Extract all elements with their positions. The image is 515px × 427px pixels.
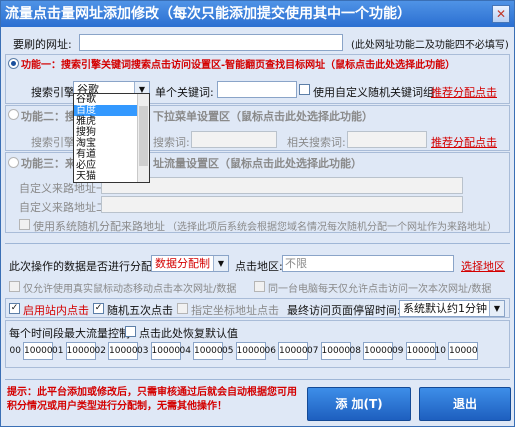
- system-source-checkbox[interactable]: [19, 219, 30, 230]
- hour-value-input[interactable]: 10000: [65, 342, 96, 360]
- hour-label: 10: [434, 346, 446, 356]
- feature1-recommend-link[interactable]: 推荐分配点击: [431, 84, 497, 100]
- assign-select-value: 数据分配制: [155, 257, 210, 270]
- feature3-radio[interactable]: [8, 157, 19, 168]
- region-value: 不限: [285, 257, 307, 270]
- dialog-window: 流量点击量网址添加修改（每次只能添加提交使用其中一个功能） ✕ 要刷的网址: (…: [0, 0, 515, 427]
- chevron-down-icon[interactable]: ▼: [489, 301, 504, 316]
- dropdown-scrollbar[interactable]: [137, 94, 149, 182]
- hour-label: 03: [137, 346, 149, 356]
- scrollbar-thumb[interactable]: [139, 106, 148, 166]
- title-bar: 流量点击量网址添加修改（每次只能添加提交使用其中一个功能）: [1, 1, 514, 27]
- engine-dropdown-list[interactable]: 谷歌 百度 雅虎 搜狗 淘宝 有道 必应 天猫: [73, 93, 150, 183]
- hour-label: 00: [9, 346, 21, 356]
- feature1-engine-label: 搜索引擎:: [31, 86, 79, 99]
- inner-click-label: 启用站内点击: [23, 304, 89, 317]
- divider: [5, 243, 510, 244]
- hour-label: 05: [222, 346, 234, 356]
- specify-subpage-label: 指定坐标地址点击: [191, 304, 279, 317]
- source2-label: 自定义来路地址二:: [19, 201, 111, 214]
- region-label: 点击地区:: [235, 260, 283, 273]
- hour-value-input[interactable]: 10000: [278, 342, 308, 360]
- inner-click-checkbox[interactable]: ✓: [9, 303, 20, 314]
- hour-value-input[interactable]: 10000: [363, 342, 393, 360]
- reset-default-label: 点击此处恢复默认值: [139, 327, 238, 340]
- hour-value-input[interactable]: 10000: [405, 342, 436, 360]
- hour-label: 09: [392, 346, 404, 356]
- feature2-label-a[interactable]: 功能二：搜: [21, 108, 76, 124]
- url-note: (此处网址功能二及功能四不必填写): [351, 40, 509, 51]
- tip-text: 提示：此平台添加或修改后，只需审核通过后就会自动根据您可用积分情况或用户类型进行…: [7, 387, 297, 412]
- random-five-checkbox[interactable]: ✓: [93, 303, 104, 314]
- feature1-radio[interactable]: [8, 58, 19, 69]
- hourly-label: 每个时间段最大流量控制: [9, 327, 130, 340]
- related-search-input[interactable]: [347, 131, 427, 148]
- related-search-label: 相关搜索词:: [287, 136, 346, 149]
- same-pc-label: 同一台电脑每天仅允许点击访问一次本次网址/数据: [268, 284, 492, 295]
- feature3-label-b[interactable]: 址流量设置区（鼠标点击此处选择此功能）: [153, 155, 362, 171]
- hour-label: 01: [52, 346, 64, 356]
- same-pc-checkbox[interactable]: [254, 281, 265, 292]
- chevron-down-icon[interactable]: ▼: [213, 256, 228, 271]
- feature1-label[interactable]: 功能一：搜索引擎关键词搜索点击访问设置区-智能翻页查找目标网址（鼠标点击此处选择…: [21, 56, 455, 71]
- feature3-label-a[interactable]: 功能三：来: [21, 155, 76, 171]
- random-five-label: 随机五次点击: [107, 304, 173, 317]
- source1-input[interactable]: [101, 177, 463, 194]
- url-label: 要刷的网址:: [13, 38, 72, 51]
- custom-random-label: 使用自定义随机关键词组: [313, 86, 434, 99]
- hour-value-input[interactable]: 10000: [320, 342, 351, 360]
- feature2-engine-label: 搜索引擎:: [31, 136, 79, 149]
- feature2-recommend-link[interactable]: 推荐分配点击: [431, 134, 497, 150]
- region-input[interactable]: 不限: [282, 255, 454, 272]
- keyword-input[interactable]: [217, 81, 297, 98]
- hour-label: 06: [264, 346, 276, 356]
- final-stay-label: 最终访问页面停留时间:: [287, 304, 401, 317]
- hour-value-input[interactable]: 10000: [448, 342, 478, 360]
- search-word-input[interactable]: [191, 131, 277, 148]
- assign-select[interactable]: 数据分配制 ▼: [151, 255, 229, 272]
- final-stay-select[interactable]: 系统默认约1分钟 ▼: [399, 300, 505, 317]
- hour-value-input[interactable]: 10000: [193, 342, 223, 360]
- url-input[interactable]: [79, 34, 343, 51]
- exit-button[interactable]: 退出: [419, 387, 511, 421]
- select-region-link[interactable]: 选择地区: [461, 258, 505, 274]
- hour-value-input[interactable]: 10000: [23, 342, 53, 360]
- custom-random-checkbox[interactable]: [299, 84, 310, 95]
- divider: [5, 379, 510, 380]
- system-source-label: 使用系统随机分配来路地址: [33, 220, 165, 233]
- assign-label: 此次操作的数据是否进行分配制:: [9, 260, 167, 273]
- real-mouse-checkbox[interactable]: [9, 281, 20, 292]
- close-icon[interactable]: ✕: [492, 5, 510, 23]
- reset-default-checkbox[interactable]: [125, 326, 136, 337]
- window-title: 流量点击量网址添加修改（每次只能添加提交使用其中一个功能）: [5, 6, 411, 22]
- hour-value-input[interactable]: 10000: [108, 342, 138, 360]
- add-button[interactable]: 添 加(T): [307, 387, 411, 421]
- feature2-radio[interactable]: [8, 109, 19, 120]
- search-word-label: 搜索词:: [153, 136, 190, 149]
- specify-subpage-checkbox[interactable]: [177, 303, 188, 314]
- hour-label: 02: [94, 346, 106, 356]
- hour-value-input[interactable]: 10000: [150, 342, 181, 360]
- hour-label: 08: [349, 346, 361, 356]
- feature2-label-b[interactable]: 下拉菜单设置区（鼠标点击此处选择此功能）: [153, 108, 373, 124]
- hour-label: 07: [307, 346, 319, 356]
- source2-input[interactable]: [101, 196, 463, 213]
- hour-label: 04: [179, 346, 191, 356]
- hour-value-input[interactable]: 10000: [235, 342, 266, 360]
- keyword-label: 单个关键词:: [155, 86, 214, 99]
- real-mouse-label: 仅允许使用真实鼠标动态移动点击本次网址/数据: [23, 284, 237, 295]
- system-source-note: （选择此项后系统会根据您域名情况每次随机分配一个网址作为来路地址）: [167, 222, 497, 233]
- final-stay-value: 系统默认约1分钟: [403, 302, 487, 315]
